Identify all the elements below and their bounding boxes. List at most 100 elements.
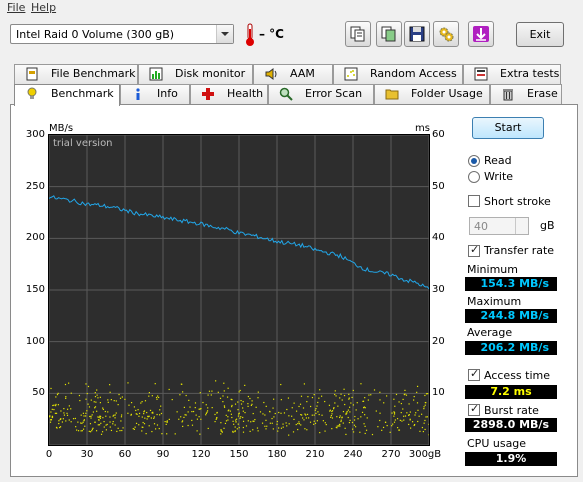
short-stroke-unit: gB [540,219,555,232]
write-radio[interactable] [468,171,480,183]
access-point [266,425,268,427]
drive-select[interactable]: Intel Raid 0 Volume (300 gB) [10,24,234,44]
access-point [62,418,64,420]
access-point [103,421,105,423]
access-point [53,408,55,411]
access-point [53,404,55,406]
access-point [191,424,194,426]
download-button[interactable] [468,21,494,47]
menu-file[interactable]: File [7,1,25,14]
tab-aam[interactable]: AAM [253,64,333,84]
read-radio[interactable] [468,155,480,167]
access-point [207,407,209,409]
access-point [306,401,308,403]
access-point [80,422,82,424]
burst-rate-checkbox[interactable] [468,402,480,416]
access-point [420,413,423,415]
access-point [406,412,408,414]
tab-info[interactable]: Info [120,84,190,104]
access-point [189,406,191,408]
tab-error-scan[interactable]: Error Scan [268,84,374,104]
short-stroke-stepper[interactable]: 40 [469,217,529,235]
access-point [292,431,295,433]
access-point [314,422,317,424]
tab-extra-tests[interactable]: Extra tests [463,64,561,84]
access-point [185,394,187,397]
copy-info-button[interactable] [345,21,371,47]
access-point [179,394,181,396]
access-point [238,427,240,429]
access-point [354,415,356,418]
burst-rate-label[interactable]: Burst rate [484,404,539,417]
stepper-down-icon[interactable] [515,226,528,234]
access-point [416,385,419,388]
access-point [97,416,99,418]
access-point [117,427,119,429]
access-point [207,427,209,430]
access-point [329,409,331,411]
access-point [77,430,80,432]
access-time-checkbox[interactable] [468,367,480,381]
access-point [310,405,312,408]
access-point [324,400,326,403]
access-point [68,419,70,421]
access-point [381,429,383,431]
y-tick-label-left: 300 [25,129,45,140]
access-point [202,401,204,404]
short-stroke-checkbox[interactable] [468,195,480,207]
write-label[interactable]: Write [484,170,513,183]
access-point [86,410,88,412]
access-point [121,429,123,432]
access-point [92,411,95,413]
access-point [49,421,52,423]
access-point [183,406,186,409]
access-point [386,424,388,427]
transfer-rate-label[interactable]: Transfer rate [484,244,554,257]
start-button[interactable]: Start [472,117,544,139]
x-tick-label: 180 [267,449,287,460]
access-point [215,380,217,382]
access-point [144,417,146,419]
tab-erase[interactable]: Erase [490,84,562,104]
transfer-rate-checkbox[interactable] [468,243,480,257]
access-point [355,409,357,411]
access-point [424,428,426,431]
access-point [423,406,425,408]
access-point [211,407,213,409]
menu-help[interactable]: Help [31,1,56,14]
access-point [239,417,241,419]
access-point [152,412,154,414]
tab-benchmark[interactable]: Benchmark [14,84,120,106]
access-point [85,383,87,385]
access-point [66,408,69,410]
access-time-label[interactable]: Access time [484,369,550,382]
access-point [222,401,224,403]
access-point [324,430,326,432]
stepper-up-icon[interactable] [515,218,528,226]
copy-screenshot-button[interactable] [376,21,402,47]
access-point [235,419,237,421]
access-point [364,397,366,399]
access-point [133,406,136,408]
exit-button[interactable]: Exit [516,22,564,47]
access-point [220,433,222,435]
chevron-down-icon[interactable] [216,25,233,43]
access-point [238,391,240,393]
access-point [348,393,350,395]
tab-disk-monitor[interactable]: Disk monitor [138,64,253,84]
short-stroke-label[interactable]: Short stroke [484,195,551,208]
access-point [252,420,254,422]
access-point [340,419,342,421]
access-point [114,417,116,419]
read-label[interactable]: Read [484,154,512,167]
access-point [122,427,124,429]
tab-file-benchmark[interactable]: File Benchmark [14,64,138,84]
access-point [393,412,396,414]
options-button[interactable] [433,21,459,47]
access-point [58,422,60,425]
tab-random-access[interactable]: Random Access [333,64,463,84]
tab-folder-usage[interactable]: Folder Usage [374,84,490,104]
save-button[interactable] [404,21,430,47]
y-tick-label-right: 50 [432,180,445,192]
tab-health[interactable]: Health [190,84,268,104]
